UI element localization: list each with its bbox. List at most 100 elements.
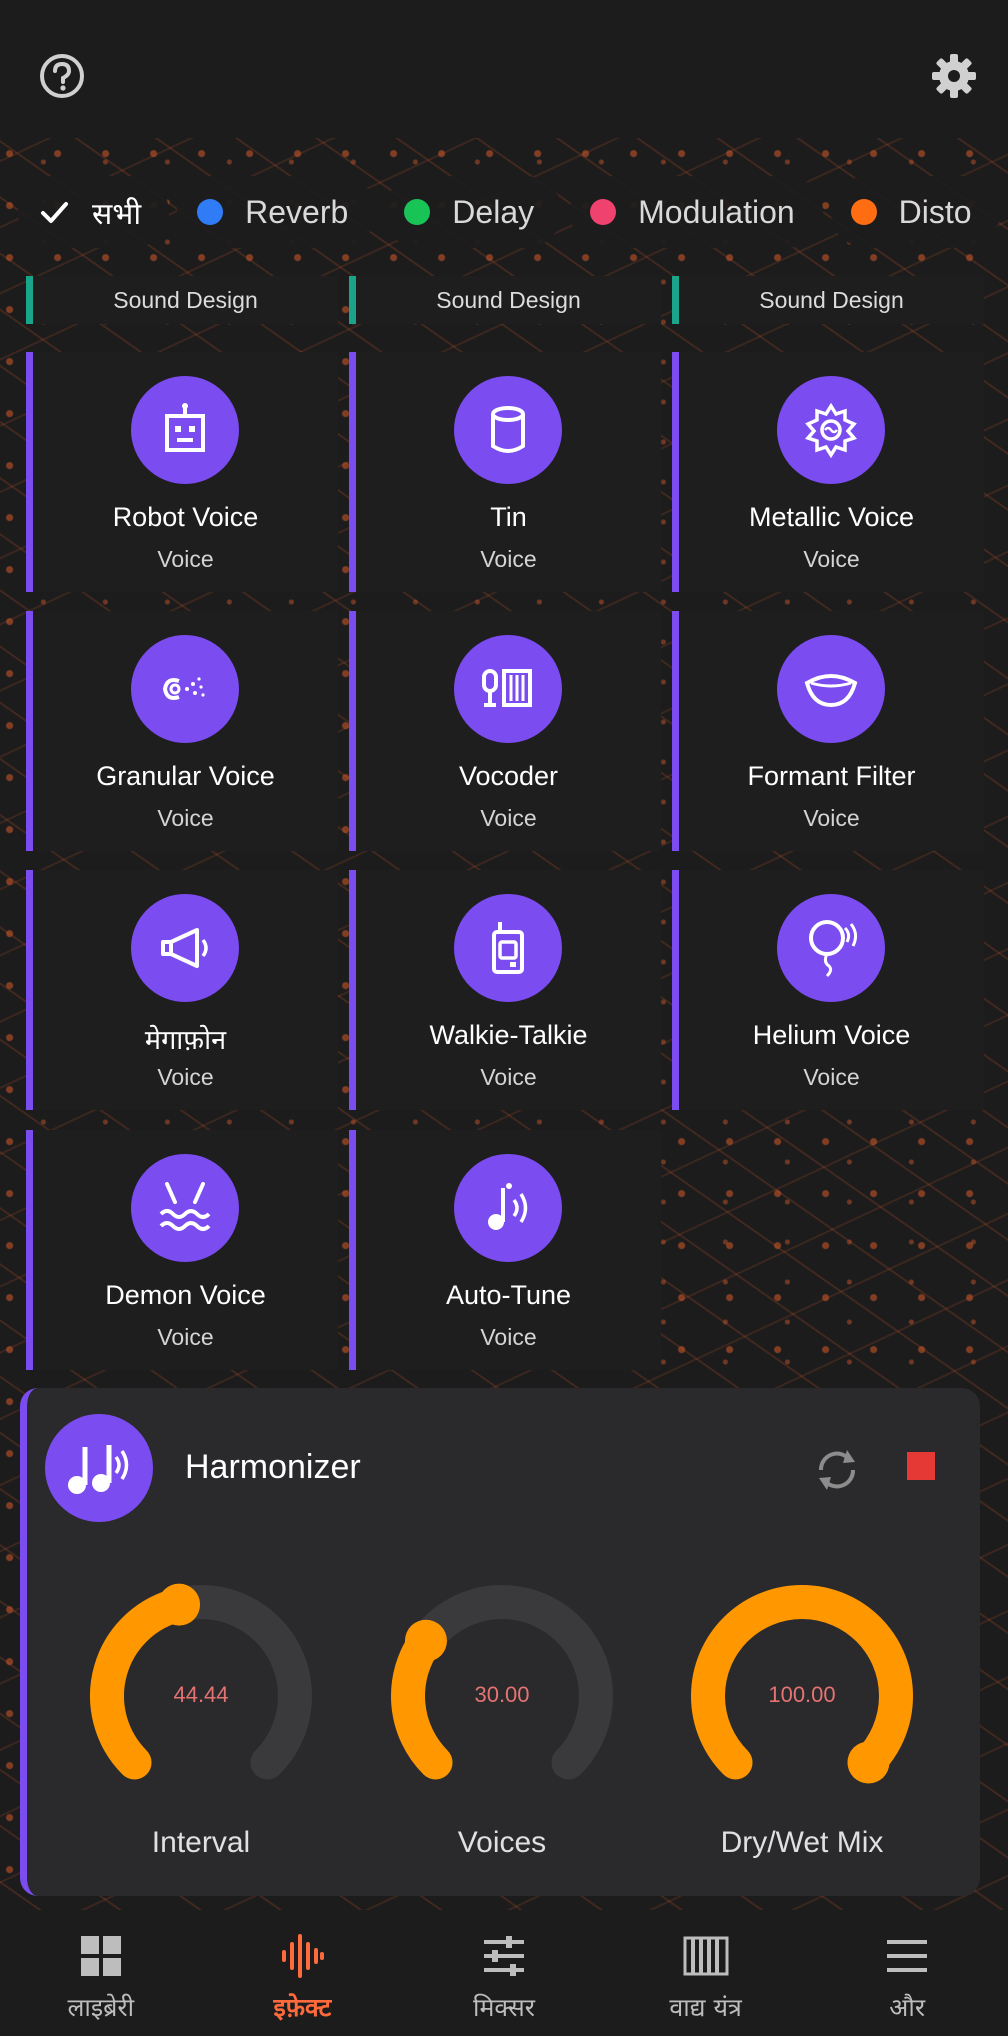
metallic-icon <box>777 376 885 484</box>
granular-icon <box>131 635 239 743</box>
robot-icon <box>131 376 239 484</box>
delay-dot-icon <box>404 199 431 225</box>
nav-label: वाद्य यंत्र <box>669 1993 742 2022</box>
section-header: Sound Design <box>349 276 661 324</box>
mixer-sliders-icon <box>483 1936 524 1976</box>
section-header: Sound Design <box>26 276 338 324</box>
nav-instruments[interactable]: वाद्य यंत्र <box>605 1910 807 2036</box>
nav-label: लाइब्रेरी <box>67 1993 135 2022</box>
effect-card-helium-voice[interactable]: Helium Voice Voice <box>672 870 984 1110</box>
dry-wet-mix-knob[interactable]: 100.00 Dry/Wet Mix <box>682 1576 922 1866</box>
effect-card-vocoder[interactable]: Vocoder Voice <box>349 611 661 851</box>
nav-label: और <box>889 1993 926 2022</box>
formant-icon <box>777 635 885 743</box>
effect-card-demon-voice[interactable]: Demon Voice Voice <box>26 1130 338 1370</box>
menu-icon <box>887 1940 928 1972</box>
nav-label: मिक्सर <box>472 1993 535 2022</box>
effect-name: Demon Voice <box>105 1280 266 1310</box>
megaphone-icon <box>131 894 239 1002</box>
helium-balloon-icon <box>777 894 885 1002</box>
section-header-label: Sound Design <box>113 286 258 313</box>
effect-category: Voice <box>157 546 214 572</box>
harmonizer-icon <box>45 1414 153 1522</box>
effect-card-auto-tune[interactable]: Auto-Tune Voice <box>349 1130 661 1370</box>
gear-icon[interactable] <box>922 44 986 108</box>
nav-effects[interactable]: इफ़ेक्ट <box>202 1910 404 2036</box>
effect-name: Vocoder <box>458 761 559 791</box>
section-header-label: Sound Design <box>759 286 904 313</box>
filter-chip-distortion[interactable]: Disto <box>830 176 1000 248</box>
knob-handle[interactable] <box>404 1619 447 1662</box>
effect-card-formant-filter[interactable]: Formant Filter Voice <box>672 611 984 851</box>
knob-value: 100.00 <box>768 1682 836 1707</box>
check-icon <box>38 196 70 228</box>
filter-chip-row: सभी Reverb Delay Modulation Disto <box>18 176 1008 248</box>
help-icon[interactable] <box>30 44 94 108</box>
knob-label: Interval <box>151 1826 251 1859</box>
bottom-nav: लाइब्रेरी इफ़ेक्ट मिक्सर वाद्य यंत्र और <box>0 1910 1008 2036</box>
effect-name: Robot Voice <box>112 502 259 532</box>
active-effect-panel: Harmonizer 44.44 Interval 30.00 Voices 1… <box>20 1388 980 1896</box>
effect-category: Voice <box>803 805 860 831</box>
distortion-dot-icon <box>850 199 877 225</box>
library-grid-icon <box>80 1936 121 1976</box>
effect-name: Metallic Voice <box>748 502 915 532</box>
modulation-dot-icon <box>590 199 617 225</box>
top-bar <box>0 0 1008 138</box>
effect-name: Granular Voice <box>96 761 275 791</box>
effect-card-granular-voice[interactable]: Granular Voice Voice <box>26 611 338 851</box>
nav-mixer[interactable]: मिक्सर <box>403 1910 605 2036</box>
effect-category: Voice <box>157 1064 214 1090</box>
interval-knob[interactable]: 44.44 Interval <box>81 1576 321 1866</box>
filter-chip-label: Reverb <box>245 193 349 230</box>
knob-label: Dry/Wet Mix <box>720 1826 884 1859</box>
refresh-icon[interactable] <box>809 1442 865 1498</box>
effect-category: Voice <box>157 1324 214 1350</box>
stop-button[interactable] <box>907 1452 935 1480</box>
demon-icon <box>131 1154 239 1262</box>
auto-tune-icon <box>454 1154 562 1262</box>
section-header-label: Sound Design <box>436 286 581 313</box>
nav-library[interactable]: लाइब्रेरी <box>0 1910 202 2036</box>
effect-name: Tin <box>490 502 527 532</box>
active-effect-title: Harmonizer <box>185 1448 361 1486</box>
effects-waveform-icon <box>282 1934 325 1978</box>
tin-can-icon <box>454 376 562 484</box>
effect-name: Auto-Tune <box>445 1280 572 1310</box>
effect-category: Voice <box>480 546 537 572</box>
filter-chip-label: सभी <box>92 197 142 231</box>
filter-chip-delay[interactable]: Delay <box>384 176 563 248</box>
effect-name: मेगाफ़ोन <box>144 1025 227 1055</box>
filter-chip-label: Modulation <box>638 193 795 230</box>
section-header: Sound Design <box>672 276 984 324</box>
effect-category: Voice <box>480 805 537 831</box>
nav-label: इफ़ेक्ट <box>273 1993 332 2022</box>
effect-category: Voice <box>803 546 860 572</box>
vocoder-icon <box>454 635 562 743</box>
knob-value: 30.00 <box>474 1682 530 1707</box>
knob-label: Voices <box>457 1826 547 1859</box>
effect-category: Voice <box>157 805 214 831</box>
filter-chip-all[interactable]: सभी <box>18 176 170 248</box>
effect-card-metallic-voice[interactable]: Metallic Voice Voice <box>672 352 984 592</box>
filter-chip-modulation[interactable]: Modulation <box>570 176 823 248</box>
effect-card-walkie-talkie[interactable]: Walkie-Talkie Voice <box>349 870 661 1110</box>
reverb-dot-icon <box>197 199 224 225</box>
piano-keys-icon <box>683 1936 729 1976</box>
walkie-talkie-icon <box>454 894 562 1002</box>
effect-category: Voice <box>480 1064 537 1090</box>
effect-card-tin[interactable]: Tin Voice <box>349 352 661 592</box>
effect-card-megaphone[interactable]: मेगाफ़ोन Voice <box>26 870 338 1110</box>
filter-chip-label: Disto <box>898 193 972 230</box>
filter-chip-label: Delay <box>452 193 535 230</box>
filter-chip-reverb[interactable]: Reverb <box>177 176 377 248</box>
effect-category: Voice <box>803 1064 860 1090</box>
knob-value: 44.44 <box>173 1682 229 1707</box>
effect-card-robot-voice[interactable]: Robot Voice Voice <box>26 352 338 592</box>
knob-handle[interactable] <box>847 1741 890 1784</box>
nav-more[interactable]: और <box>806 1910 1008 2036</box>
effect-category: Voice <box>480 1324 537 1350</box>
effect-name: Formant Filter <box>747 761 916 791</box>
voices-knob[interactable]: 30.00 Voices <box>382 1576 622 1866</box>
knob-handle[interactable] <box>158 1583 201 1626</box>
